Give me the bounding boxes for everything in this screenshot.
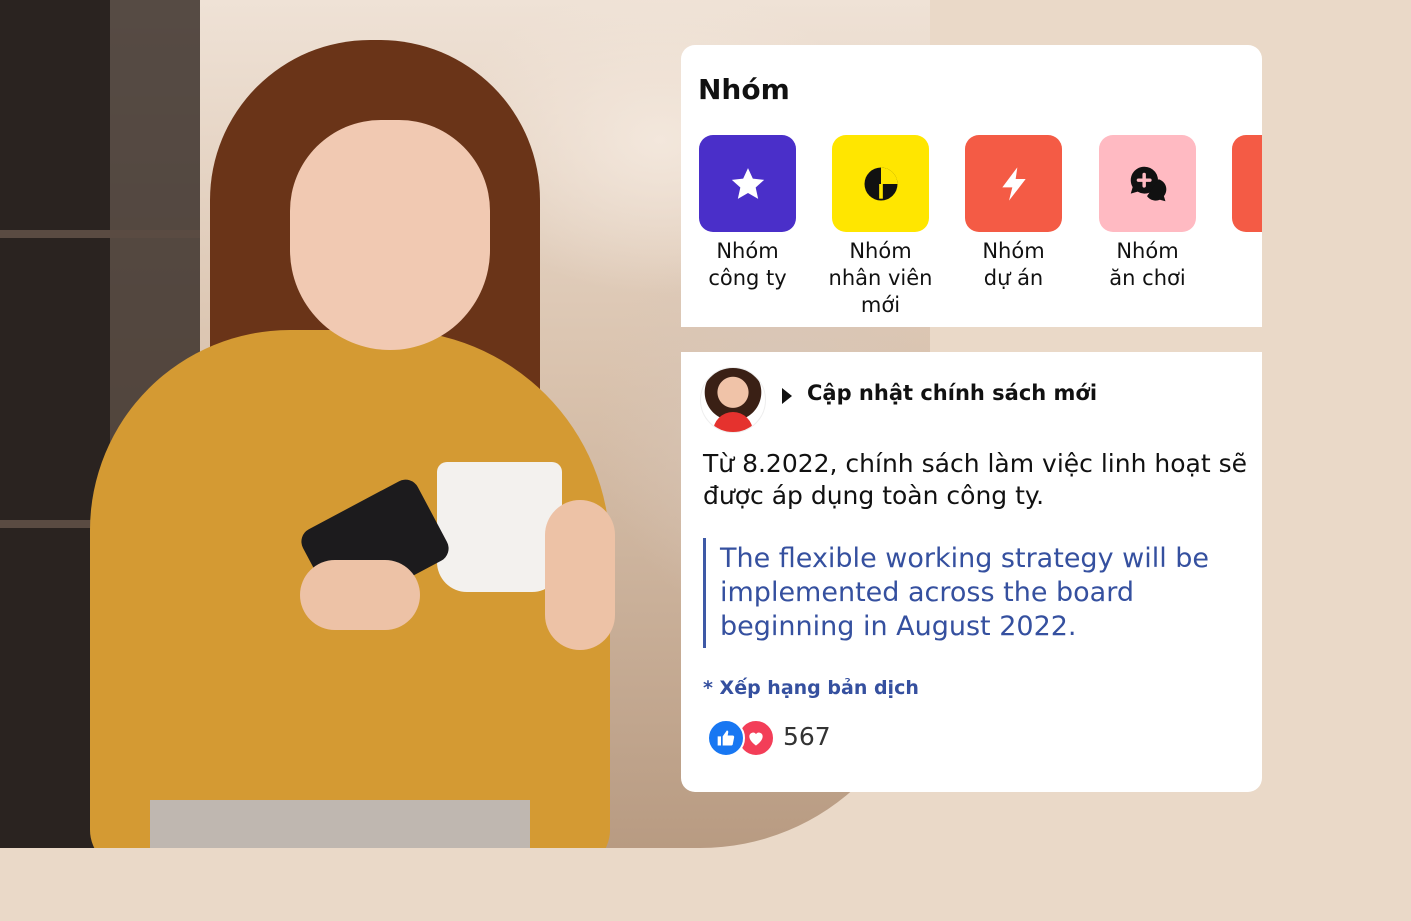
coffee-mug (437, 462, 562, 592)
group-label: Nhóm nhân viên mới (828, 239, 933, 317)
avatar[interactable] (700, 367, 766, 433)
reaction-count: 567 (783, 722, 831, 751)
group-icon-tile (699, 135, 796, 232)
group-item-project[interactable]: Nhóm dự án (947, 135, 1080, 292)
quote-bar (703, 538, 706, 648)
post-body: Từ 8.2022, chính sách làm việc linh hoạt… (703, 449, 1248, 510)
shelf-board (0, 230, 200, 238)
chat-bubbles-icon (1130, 166, 1166, 201)
group-item-company[interactable]: Nhóm công ty (681, 135, 814, 292)
hand-holding-phone (300, 560, 420, 630)
translation-text: The flexible working strategy will be im… (720, 543, 1210, 642)
play-arrow-icon (782, 388, 792, 404)
group-item-new-staff[interactable]: Nhóm nhân viên mới (814, 135, 947, 319)
groups-title: Nhóm (698, 73, 790, 106)
hand-holding-mug (545, 500, 615, 650)
rate-translation-link[interactable]: * Xếp hạng bản dịch (703, 677, 919, 699)
group-item-fun[interactable]: Nhóm ăn chơi (1081, 135, 1214, 292)
lightning-icon (1001, 166, 1026, 201)
woman-skirt (150, 800, 530, 848)
like-icon (707, 719, 745, 757)
partial-icon (1232, 135, 1262, 232)
group-item-partial[interactable] (1214, 135, 1262, 232)
woman-face (290, 120, 490, 350)
group-icon-tile (832, 135, 929, 232)
pie-chart-icon (864, 167, 897, 200)
post-title[interactable]: Cập nhật chính sách mới (807, 381, 1097, 405)
group-label: Nhóm công ty (708, 239, 787, 290)
groups-card: Nhóm Nhóm công ty Nhóm nhân viên mới Nhó… (681, 45, 1262, 327)
group-icon-tile (965, 135, 1062, 232)
group-icon-tile (1099, 135, 1196, 232)
group-label: Nhóm ăn chơi (1109, 239, 1186, 290)
star-icon (731, 167, 764, 199)
post-card: Cập nhật chính sách mới Từ 8.2022, chính… (681, 352, 1262, 792)
group-label: Nhóm dự án (982, 239, 1045, 290)
